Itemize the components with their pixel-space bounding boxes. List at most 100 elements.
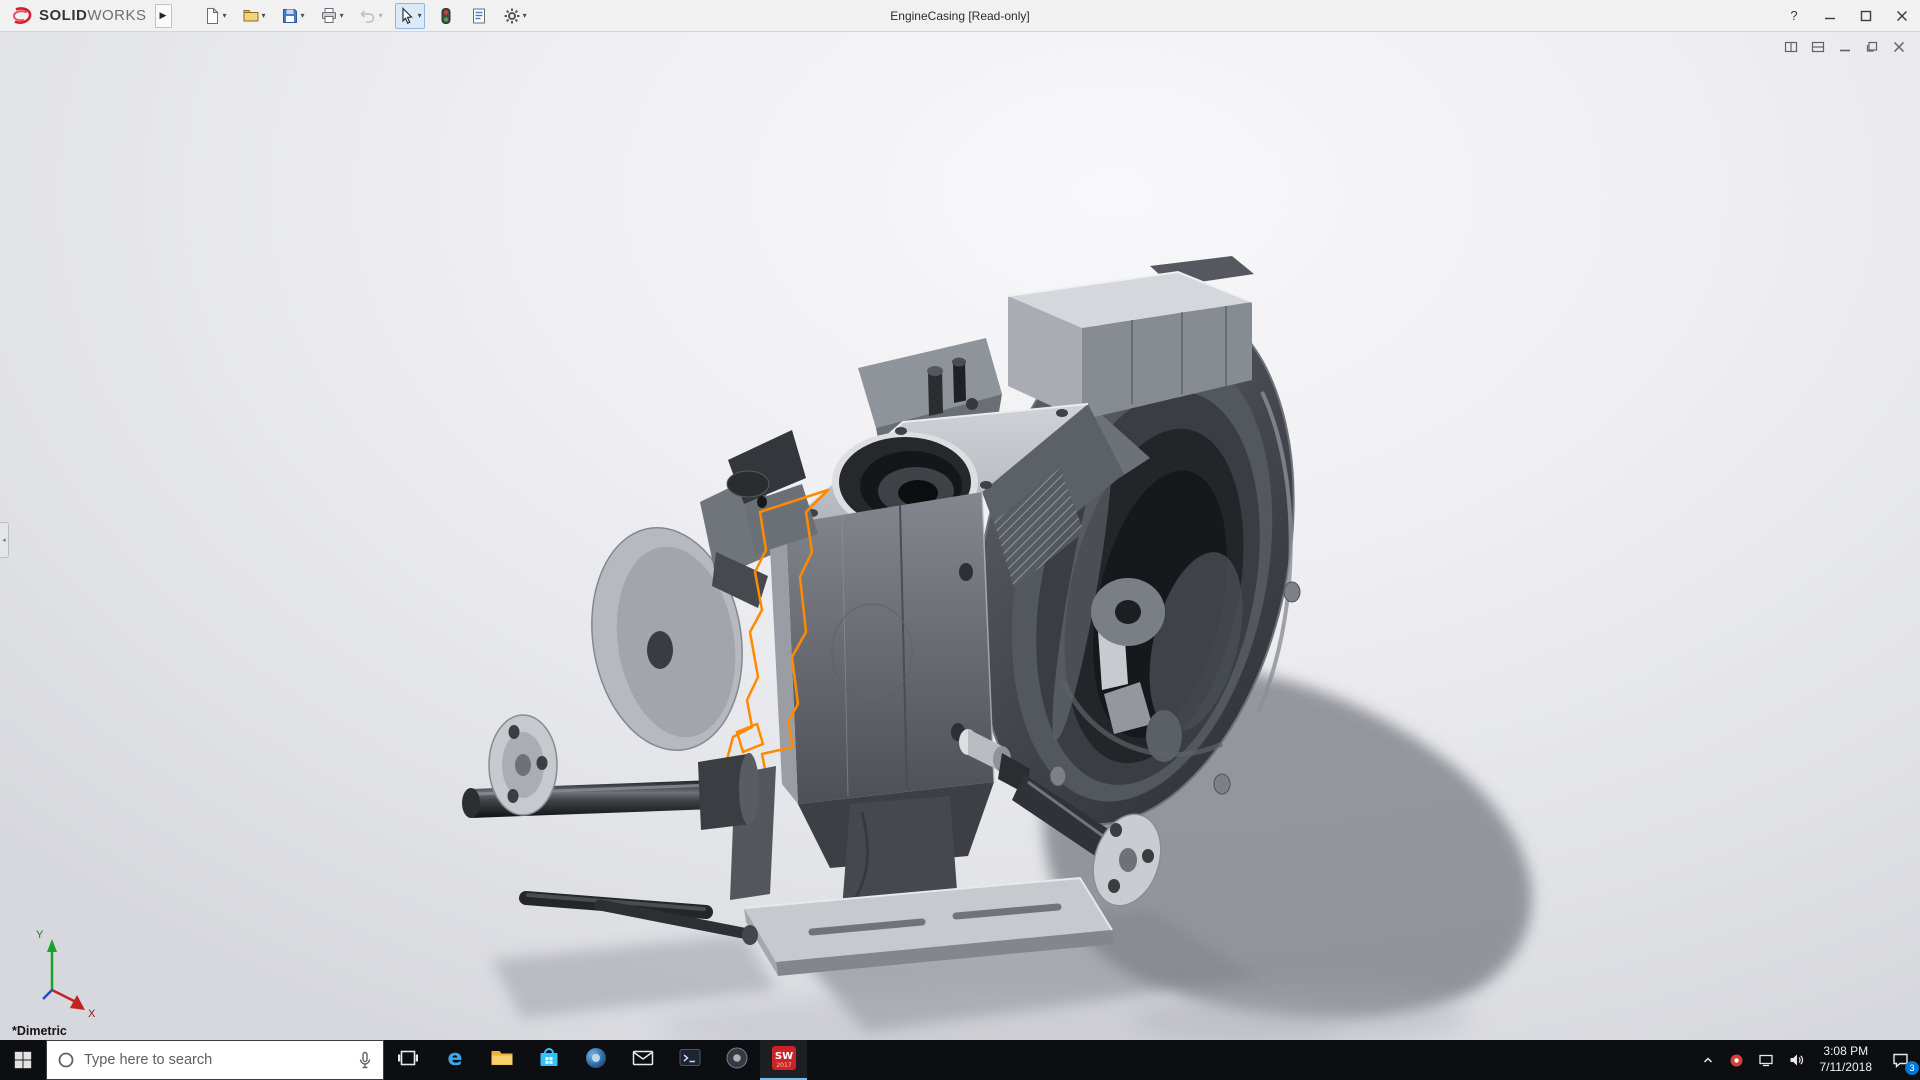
file-explorer-taskbar-button[interactable]	[478, 1040, 525, 1080]
ds-logo-icon	[12, 6, 32, 24]
taskbar-search[interactable]	[46, 1040, 384, 1080]
maximize-button[interactable]	[1848, 0, 1884, 31]
file-properties-button[interactable]	[467, 3, 491, 29]
mail-taskbar-button[interactable]	[619, 1040, 666, 1080]
menu-toolbar: ▾ ▾ ▾ ▾ ▾ ▾ ▾	[200, 2, 530, 29]
close-doc-icon	[1892, 40, 1906, 59]
minimize-button[interactable]	[1812, 0, 1848, 31]
file-explorer-icon	[489, 1045, 515, 1076]
store-taskbar-button[interactable]	[525, 1040, 572, 1080]
save-icon	[281, 7, 299, 25]
help-button[interactable]: ?	[1776, 0, 1812, 31]
undo-button[interactable]: ▾	[356, 3, 386, 29]
clock-date: 7/11/2018	[1819, 1060, 1873, 1074]
edge-icon: e	[442, 1045, 468, 1076]
edge-taskbar-button[interactable]: e	[431, 1040, 478, 1080]
terminal-taskbar-button[interactable]	[666, 1040, 713, 1080]
dropdown-arrow-icon[interactable]: ▾	[523, 11, 527, 20]
file-properties-icon	[470, 7, 488, 25]
options-button[interactable]: ▾	[500, 3, 530, 29]
browser-icon	[583, 1045, 609, 1076]
select-button[interactable]: ▾	[394, 2, 425, 29]
new-button[interactable]: ▾	[200, 3, 230, 29]
brand-text: SOLIDWORKS	[39, 6, 147, 24]
close-button[interactable]	[1884, 0, 1920, 31]
mail-icon	[630, 1045, 656, 1076]
solidworks-taskbar-button[interactable]: SW 2017	[760, 1040, 807, 1080]
print-button[interactable]: ▾	[317, 3, 347, 29]
print-icon	[320, 7, 338, 25]
action-center-button[interactable]: 3	[1880, 1040, 1920, 1080]
taskbar: e SW2017 3:08 PM 7/11/2018	[0, 1040, 1920, 1080]
speaker-icon	[1790, 1054, 1803, 1066]
system-tray: 3:08 PM 7/11/2018 3	[1694, 1040, 1920, 1080]
media-icon	[724, 1045, 750, 1076]
view-orientation-label: *Dimetric	[12, 1024, 67, 1038]
tray-app-icon	[1730, 1054, 1742, 1066]
minimize-doc-icon	[1838, 40, 1852, 59]
split-view-icon	[1784, 40, 1798, 59]
select-icon	[398, 6, 416, 25]
open-button[interactable]: ▾	[239, 3, 269, 29]
network-button[interactable]	[1751, 1040, 1781, 1080]
chevron-up-icon	[1703, 1057, 1712, 1063]
task-view-icon	[396, 1046, 420, 1075]
tray-app-button[interactable]	[1722, 1040, 1751, 1080]
model-canvas[interactable]: Y X	[0, 32, 1920, 1040]
svg-text:SW: SW	[774, 1051, 792, 1062]
dropdown-arrow-icon[interactable]: ▾	[301, 11, 305, 20]
svg-text:e: e	[447, 1046, 462, 1071]
clock-time: 3:08 PM	[1823, 1044, 1869, 1059]
pane-view-button[interactable]	[1809, 40, 1827, 58]
minimize-icon	[1825, 17, 1835, 19]
restore-doc-icon	[1865, 40, 1879, 59]
maximize-icon	[1860, 10, 1872, 21]
svg-text:2017: 2017	[776, 1062, 791, 1069]
microphone-icon[interactable]	[357, 1051, 373, 1069]
pane-view-icon	[1811, 40, 1825, 59]
document-window-controls	[1782, 40, 1908, 58]
restore-doc-button[interactable]	[1863, 40, 1881, 58]
floor-reflections	[660, 987, 1470, 1040]
clock[interactable]: 3:08 PM 7/11/2018	[1812, 1044, 1881, 1075]
dropdown-arrow-icon[interactable]: ▾	[340, 11, 344, 20]
menu-flyout-arrow-icon[interactable]: ▶	[154, 3, 172, 28]
cortana-icon	[58, 1052, 74, 1068]
open-icon	[242, 7, 260, 25]
rebuild-icon	[437, 7, 455, 25]
undo-icon	[359, 7, 377, 25]
panel-collapse-handle[interactable]: ◂	[0, 522, 9, 558]
close-icon	[1897, 10, 1907, 21]
solidworks-icon: SW 2017	[770, 1044, 798, 1077]
split-view-button[interactable]	[1782, 40, 1800, 58]
start-button[interactable]	[0, 1040, 46, 1080]
dropdown-arrow-icon[interactable]: ▾	[262, 11, 266, 20]
save-button[interactable]: ▾	[278, 3, 308, 29]
search-input[interactable]	[84, 1052, 348, 1068]
volume-button[interactable]	[1781, 1040, 1812, 1080]
window-controls: ?	[1776, 0, 1920, 31]
dropdown-arrow-icon[interactable]: ▾	[379, 11, 383, 20]
dropdown-arrow-icon[interactable]: ▾	[418, 11, 422, 20]
graphics-viewport[interactable]: Y X ◂ *Dimetric	[0, 32, 1920, 1040]
windows-logo-icon	[14, 1051, 32, 1069]
triad-x-label: X	[88, 1008, 96, 1020]
store-icon	[536, 1045, 562, 1076]
rebuild-button[interactable]	[434, 3, 458, 29]
notification-badge: 3	[1905, 1061, 1919, 1075]
media-taskbar-button[interactable]	[713, 1040, 760, 1080]
close-doc-button[interactable]	[1890, 40, 1908, 58]
browser-taskbar-button[interactable]	[572, 1040, 619, 1080]
network-icon	[1758, 1054, 1773, 1067]
triad-y-label: Y	[36, 929, 44, 941]
tray-overflow-button[interactable]	[1694, 1040, 1722, 1080]
task-view-taskbar-button[interactable]	[384, 1040, 431, 1080]
minimize-doc-button[interactable]	[1836, 40, 1854, 58]
taskbar-apps: e SW 2017	[384, 1040, 807, 1080]
dropdown-arrow-icon[interactable]: ▾	[223, 11, 227, 20]
new-icon	[203, 6, 221, 25]
origin-triad: Y X	[36, 929, 96, 1020]
terminal-icon	[677, 1045, 703, 1076]
solidworks-logo: SOLIDWORKS	[0, 6, 155, 26]
options-icon	[503, 7, 521, 25]
